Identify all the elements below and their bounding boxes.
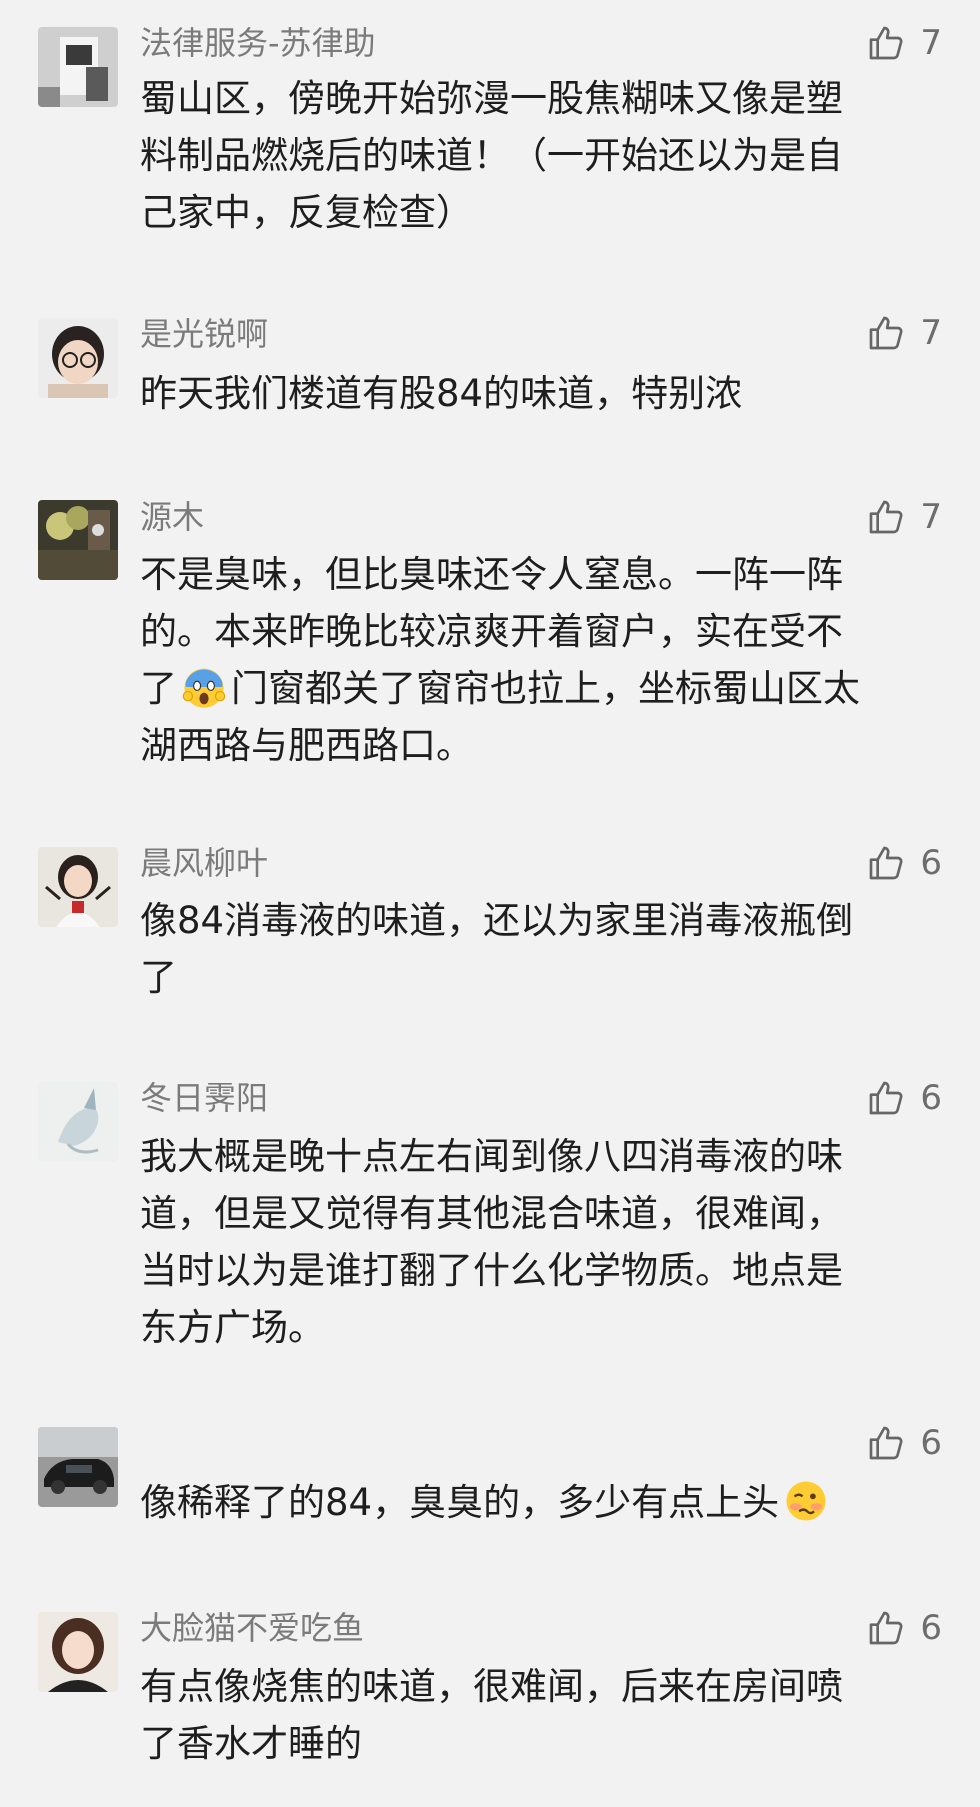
comment-line: 道，但是又觉得有其他混合味道，很难闻， bbox=[140, 1192, 843, 1235]
comment-line: 不是臭味，但比臭味还令人窒息。一阵一阵 bbox=[140, 553, 843, 596]
comment-text: 像84消毒液的味道，还以为家里消毒液瓶倒 了 bbox=[140, 892, 940, 1006]
comment-text: 我大概是晚十点左右闻到像八四消毒液的味 道，但是又觉得有其他混合味道，很难闻， … bbox=[140, 1128, 940, 1356]
comment-text: 不是臭味，但比臭味还令人窒息。一阵一阵 的。本来昨晚比较凉爽开着窗户，实在受不 … bbox=[140, 546, 940, 774]
like-button[interactable]: 7 bbox=[866, 310, 942, 356]
username[interactable]: 法律服务-苏律助 bbox=[140, 23, 376, 63]
avatar[interactable] bbox=[38, 1612, 118, 1692]
comment-line: 蜀山区，傍晚开始弥漫一股焦糊味又像是塑 bbox=[140, 77, 843, 120]
like-button[interactable]: 7 bbox=[866, 494, 942, 540]
comment-line: 湖西路与肥西路口。 bbox=[140, 724, 473, 767]
like-count: 6 bbox=[920, 1078, 942, 1118]
username[interactable]: 源木 bbox=[140, 497, 204, 537]
like-count: 6 bbox=[920, 1423, 942, 1463]
comment-line: 昨天我们楼道有股84的味道，特别浓 bbox=[140, 372, 743, 415]
comment-line: 了香水才睡的 bbox=[140, 1722, 362, 1765]
comment-item: 源木 7 不是臭味，但比臭味还令人窒息。一阵一阵 的。本来昨晚比较凉爽开着窗户，… bbox=[0, 440, 980, 815]
comment-item: 6 像稀释了的84，臭臭的，多少有点上头 bbox=[0, 1390, 980, 1575]
comment-line-segment: 门窗都关了窗帘也拉上，坐标蜀山区太 bbox=[231, 667, 860, 710]
like-count: 7 bbox=[920, 313, 942, 353]
like-button[interactable]: 6 bbox=[866, 1075, 942, 1121]
comment-item: 冬日霁阳 6 我大概是晚十点左右闻到像八四消毒液的味 道，但是又觉得有其他混合味… bbox=[0, 1050, 980, 1390]
avatar[interactable] bbox=[38, 500, 118, 580]
comment-line: 有点像烧焦的味道，很难闻，后来在房间喷 bbox=[140, 1665, 843, 1708]
like-count: 7 bbox=[920, 497, 942, 537]
comment-line: 当时以为是谁打翻了什么化学物质。地点是 bbox=[140, 1249, 843, 1292]
woozy-face-emoji bbox=[786, 1481, 826, 1521]
avatar[interactable] bbox=[38, 1427, 118, 1507]
username[interactable]: 晨风柳叶 bbox=[140, 843, 268, 883]
comment-line: 我大概是晚十点左右闻到像八四消毒液的味 bbox=[140, 1135, 843, 1178]
comment-line: 料制品燃烧后的味道！（一开始还以为是自 bbox=[140, 134, 843, 177]
comment-line: 了 bbox=[140, 956, 177, 999]
comment-line: 了 门窗都关了窗帘也拉上，坐标蜀山区太 bbox=[140, 660, 940, 717]
comment-item: 法律服务-苏律助 7 蜀山区，傍晚开始弥漫一股焦糊味又像是塑 料制品燃烧后的味道… bbox=[0, 0, 980, 280]
username[interactable]: 是光锐啊 bbox=[140, 314, 268, 354]
like-count: 7 bbox=[920, 23, 942, 63]
username[interactable]: 冬日霁阳 bbox=[140, 1078, 268, 1118]
avatar[interactable] bbox=[38, 318, 118, 398]
thumbs-up-icon bbox=[870, 1426, 903, 1460]
comment-item: 大脸猫不爱吃鱼 6 有点像烧焦的味道，很难闻，后来在房间喷 了香水才睡的 bbox=[0, 1575, 980, 1807]
comment-line-segment: 像稀释了的84，臭臭的，多少有点上头 bbox=[140, 1481, 780, 1524]
avatar[interactable] bbox=[38, 27, 118, 107]
comment-text: 有点像烧焦的味道，很难闻，后来在房间喷 了香水才睡的 bbox=[140, 1658, 940, 1772]
thumbs-up-icon bbox=[870, 26, 903, 60]
thumbs-up-icon bbox=[870, 1611, 903, 1645]
like-button[interactable]: 6 bbox=[866, 1420, 942, 1466]
comment-item: 晨风柳叶 6 像84消毒液的味道，还以为家里消毒液瓶倒 了 bbox=[0, 815, 980, 1050]
comment-text: 昨天我们楼道有股84的味道，特别浓 bbox=[140, 365, 940, 422]
thumbs-up-icon bbox=[870, 316, 903, 350]
comment-line: 像84消毒液的味道，还以为家里消毒液瓶倒 bbox=[140, 899, 854, 942]
avatar[interactable] bbox=[38, 1082, 118, 1162]
comment-text: 蜀山区，傍晚开始弥漫一股焦糊味又像是塑 料制品燃烧后的味道！（一开始还以为是自 … bbox=[140, 70, 940, 241]
screaming-face-emoji bbox=[182, 668, 226, 708]
comment-item: 是光锐啊 7 昨天我们楼道有股84的味道，特别浓 bbox=[0, 280, 980, 440]
username[interactable]: 大脸猫不爱吃鱼 bbox=[140, 1608, 364, 1648]
like-button[interactable]: 7 bbox=[866, 20, 942, 66]
thumbs-up-icon bbox=[870, 500, 903, 534]
like-button[interactable]: 6 bbox=[866, 1605, 942, 1651]
comment-line: 的。本来昨晚比较凉爽开着窗户，实在受不 bbox=[140, 610, 843, 653]
comment-line-segment: 了 bbox=[140, 667, 177, 710]
like-count: 6 bbox=[920, 843, 942, 883]
like-button[interactable]: 6 bbox=[866, 840, 942, 886]
comment-line: 己家中，反复检查） bbox=[140, 191, 473, 234]
comment-line: 像稀释了的84，臭臭的，多少有点上头 bbox=[140, 1474, 940, 1531]
comment-line: 东方广场。 bbox=[140, 1306, 325, 1349]
avatar[interactable] bbox=[38, 847, 118, 927]
thumbs-up-icon bbox=[870, 846, 903, 880]
comment-text: 像稀释了的84，臭臭的，多少有点上头 bbox=[140, 1474, 940, 1531]
thumbs-up-icon bbox=[870, 1081, 903, 1115]
like-count: 6 bbox=[920, 1608, 942, 1648]
